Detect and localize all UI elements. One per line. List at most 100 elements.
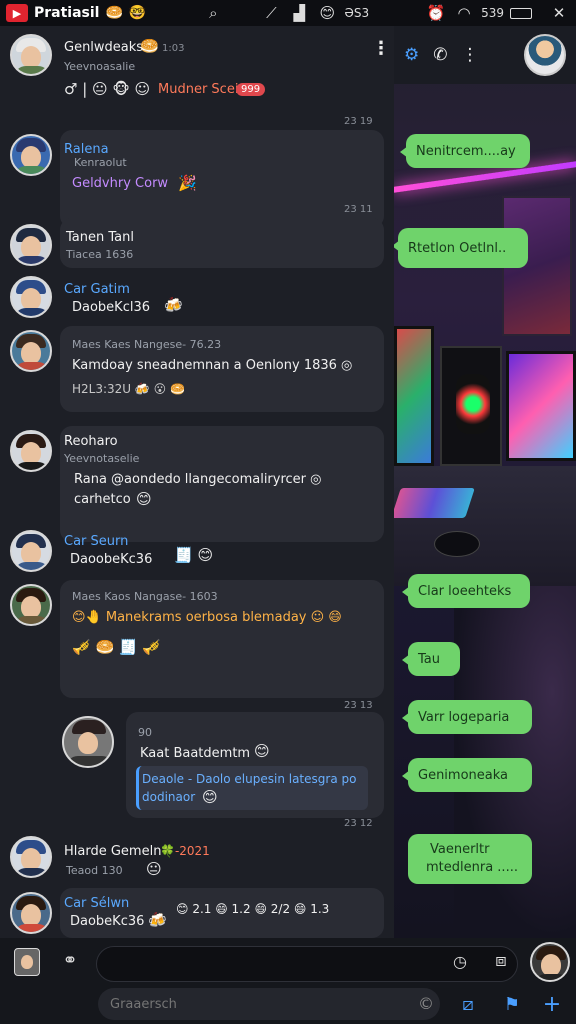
- bubble-line-1: Vaenerltr: [430, 842, 490, 857]
- incoming-bubble[interactable]: Nenitrcem....ay: [400, 134, 530, 168]
- avatar-face: [78, 732, 98, 754]
- mouse-image: [434, 531, 480, 557]
- message-text: Kaat Baatdemtm: [140, 746, 251, 761]
- incoming-bubble[interactable]: Rtetlon Oetlnl..: [394, 228, 528, 268]
- sender-name: Car Seurn: [64, 534, 129, 549]
- sender-name: Car Gatim: [64, 282, 130, 297]
- incoming-bubble[interactable]: Genimoneaka: [402, 758, 532, 792]
- status-emoji-2: 🤓: [128, 5, 147, 21]
- app-badge-icon: ▶: [6, 4, 28, 22]
- attach-icon[interactable]: ⚭: [56, 950, 84, 971]
- bookmark-icon[interactable]: ⚑: [500, 994, 524, 1015]
- message-text: Kamdoay sneadnemnan a Oenlony 1836 ◎: [72, 358, 353, 373]
- status-row-text: Mudner Scein: [158, 82, 247, 97]
- contact-emoji: 🥯: [140, 37, 159, 55]
- profile-avatar[interactable]: [524, 34, 566, 76]
- incoming-bubble[interactable]: Tau: [402, 642, 460, 676]
- avatar[interactable]: [10, 224, 52, 266]
- sender-name-suffix: 🍀-2021: [160, 844, 210, 858]
- image-icon[interactable]: ⧈: [488, 950, 514, 971]
- more-options-icon[interactable]: ⋮: [372, 38, 390, 59]
- settings-icon[interactable]: ⚙: [404, 45, 419, 65]
- sender-name: Car Sélwn: [64, 896, 130, 911]
- avatar[interactable]: [10, 836, 52, 878]
- rgb-fan: [456, 374, 490, 434]
- avatar-shirt: [14, 924, 50, 932]
- avatar-shirt: [14, 308, 50, 316]
- quote-text-line-1: Deaole - Daolo elupesin latesgra po: [142, 772, 357, 786]
- status-title: Pratiasil: [34, 5, 100, 21]
- avatar-face: [21, 542, 41, 564]
- search-icon[interactable]: ⌕: [202, 4, 224, 22]
- right-header: ⚙ ✆ ⋮: [394, 26, 576, 84]
- reactions-row[interactable]: 😊 2.1 😄 1.2 😄 2/2 😄 1.3: [176, 902, 329, 916]
- avatar-face: [21, 955, 33, 969]
- copyright-icon[interactable]: ©: [414, 994, 438, 1013]
- incoming-bubble[interactable]: Clar loeehteks: [402, 574, 530, 608]
- wifi-icon: ◠: [457, 4, 471, 22]
- clock-icon[interactable]: ◷: [448, 952, 472, 971]
- sender-name: Maes Kaos Nangase- 1603: [72, 590, 218, 603]
- avatar-shirt: [14, 166, 50, 174]
- neutral-emoji: 😐: [146, 860, 162, 878]
- battery-percent: 539: [481, 6, 504, 20]
- status-bar: ▶ Pratiasil 🥯 🤓 ⌕ ⟋ ▟ 😊 ƏS3 ⏰ ◠ 539 ✕: [0, 0, 576, 26]
- battery-icon: [510, 7, 532, 19]
- avatar[interactable]: [10, 330, 52, 372]
- avatar-face: [21, 848, 41, 870]
- avatar-face: [21, 146, 41, 168]
- avatar-small[interactable]: [14, 948, 40, 976]
- message-time: 23 11: [344, 204, 373, 215]
- edit-icon[interactable]: ⧄: [456, 994, 480, 1015]
- search-input[interactable]: [98, 988, 440, 1020]
- smile-emoji: 😊: [136, 490, 152, 508]
- message-text: DaobeKcl36: [72, 300, 151, 315]
- status-badge: 999: [236, 83, 266, 96]
- more-options-icon[interactable]: ⋮: [462, 45, 479, 65]
- close-icon[interactable]: ✕: [548, 4, 570, 22]
- avatar[interactable]: [10, 430, 52, 472]
- add-icon[interactable]: +: [540, 992, 564, 1017]
- avatar-face: [21, 46, 41, 68]
- message-text: DaobeKc36: [70, 914, 145, 929]
- status-time: ƏS3: [344, 6, 370, 20]
- smile-emoji: 😊: [202, 788, 218, 806]
- quote-text-line-2: dodinaor: [142, 790, 196, 804]
- monitor-image: [394, 326, 434, 466]
- avatar[interactable]: [10, 276, 52, 318]
- message-text: DaoobeKc36: [70, 552, 153, 567]
- bars-icon: ▟: [293, 4, 306, 22]
- message-time: 23 13: [344, 700, 373, 711]
- avatar-shirt: [14, 616, 50, 624]
- avatar-shirt: [14, 66, 50, 74]
- avatar-shirt: [14, 868, 50, 876]
- avatar[interactable]: [10, 584, 52, 626]
- profile-avatar[interactable]: [530, 942, 570, 982]
- avatar-face: [21, 442, 41, 464]
- message-time: 23 12: [344, 818, 373, 829]
- pc-case-image: [440, 346, 502, 466]
- contact-status: Yeevnoasalie: [64, 60, 136, 73]
- emoji-status-icon: 😊: [319, 4, 336, 22]
- avatar-shirt: [14, 362, 50, 370]
- avatar[interactable]: [10, 892, 52, 934]
- avatar-face: [21, 288, 41, 310]
- message-text: Geldvhry Corw: [72, 176, 169, 191]
- avatar[interactable]: [10, 134, 52, 176]
- avatar-shirt: [534, 974, 568, 980]
- desk-image: [394, 466, 576, 586]
- avatar-face: [21, 342, 41, 364]
- incoming-bubble[interactable]: Vaenerltr mtedlenra .....: [408, 834, 532, 884]
- contact-avatar[interactable]: [10, 34, 52, 76]
- avatar-shirt: [14, 562, 50, 570]
- avatar-face: [21, 596, 41, 618]
- incoming-bubble[interactable]: Varr logeparia: [402, 700, 532, 734]
- avatar-face: [541, 954, 561, 976]
- phone-icon[interactable]: ✆: [433, 45, 447, 65]
- avatar[interactable]: [62, 716, 114, 768]
- message-time: 23 19: [344, 116, 373, 127]
- smile-emoji: 😊: [254, 742, 270, 760]
- avatar[interactable]: [10, 530, 52, 572]
- emoji-row: 🎺 🥯 🧾 🎺: [72, 638, 162, 656]
- cheers-emoji: 🍻: [164, 296, 183, 314]
